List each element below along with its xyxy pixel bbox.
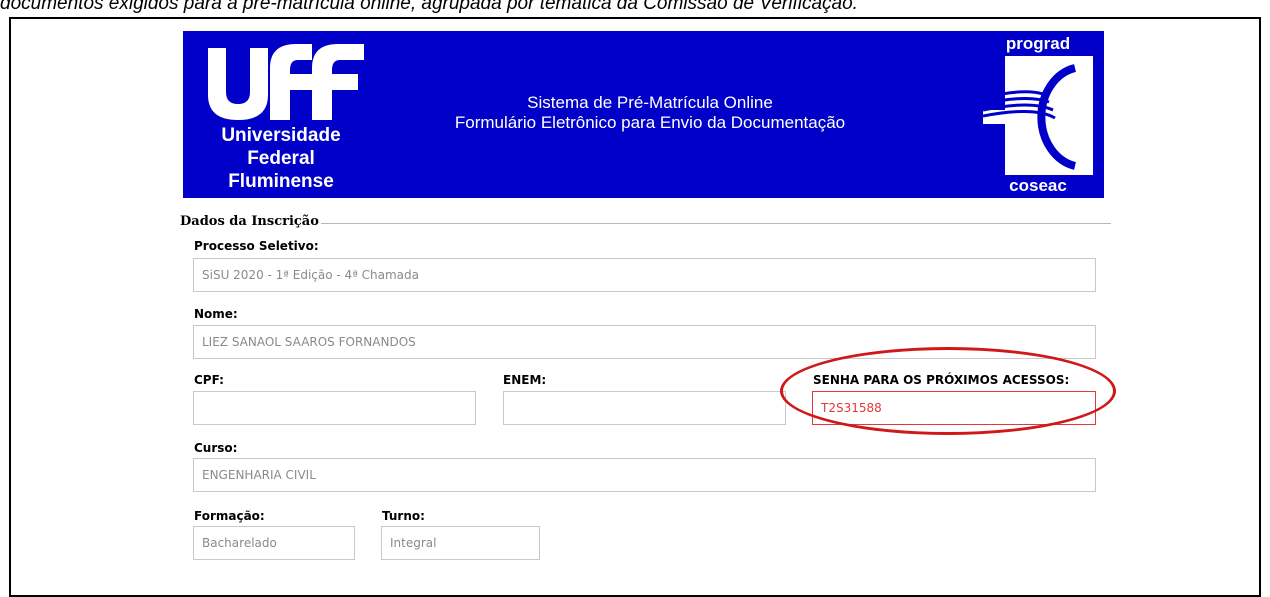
formacao-field[interactable]: Bacharelado xyxy=(193,526,355,560)
turno-label: Turno: xyxy=(382,509,425,523)
uff-name-line-1: Universidade xyxy=(221,125,341,146)
processo-seletivo-label: Processo Seletivo: xyxy=(194,239,319,253)
formacao-label: Formação: xyxy=(194,509,265,523)
nome-label: Nome: xyxy=(194,307,238,321)
uff-name: Universidade Federal Fluminense xyxy=(193,124,369,193)
prograd-coseac-logo xyxy=(983,32,1093,197)
page-title: Sistema de Pré-Matrícula Online Formulár… xyxy=(400,93,900,133)
uff-name-line-3: Fluminense xyxy=(228,171,334,192)
page-title-line-2: Formulário Eletrônico para Envio da Docu… xyxy=(454,113,846,132)
cpf-field[interactable] xyxy=(193,391,476,425)
turno-field[interactable]: Integral xyxy=(381,526,540,560)
processo-seletivo-field[interactable]: SiSU 2020 - 1ª Edição - 4ª Chamada xyxy=(193,258,1096,292)
page-title-line-1: Sistema de Pré-Matrícula Online xyxy=(527,93,773,112)
enem-label: ENEM: xyxy=(503,373,547,387)
curso-field[interactable]: ENGENHARIA CIVIL xyxy=(193,458,1096,492)
prograd-label: prograd xyxy=(1005,34,1071,53)
uff-logo xyxy=(208,44,364,120)
fieldset-legend: Dados da Inscrição xyxy=(180,214,321,229)
enem-field[interactable] xyxy=(503,391,786,425)
highlight-ellipse xyxy=(780,347,1116,435)
curso-label: Curso: xyxy=(194,441,238,455)
coseac-label: coseac xyxy=(1009,176,1067,195)
caption-text: documentos exigidos para a pré-matrícula… xyxy=(0,0,858,14)
fieldset-border xyxy=(262,223,1111,224)
cpf-label: CPF: xyxy=(194,373,224,387)
uff-name-line-2: Federal xyxy=(247,148,315,169)
